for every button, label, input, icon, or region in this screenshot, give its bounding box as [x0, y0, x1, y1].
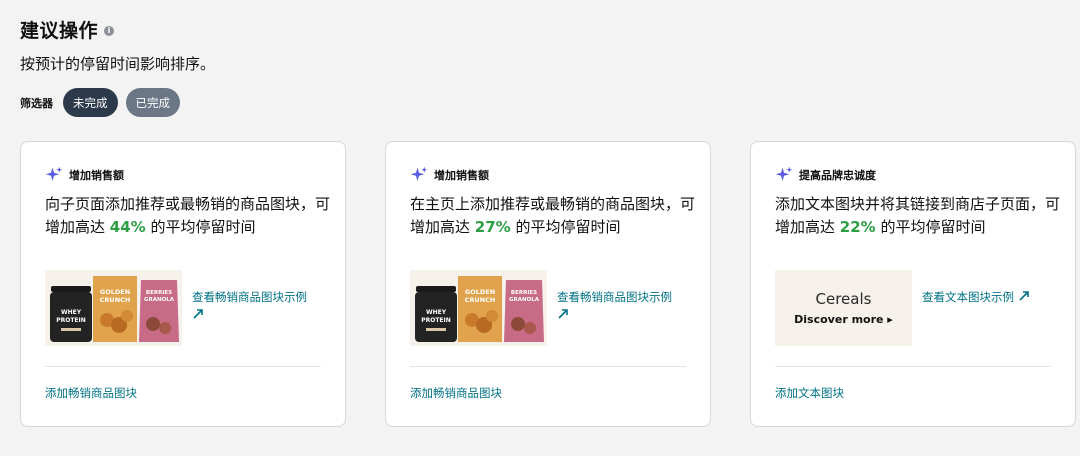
- product-tile-preview: WHEY PROTEIN GOLDEN CRUNCH BERRIES GRANO…: [45, 270, 182, 346]
- add-tile-link[interactable]: 添加文本图块: [775, 385, 844, 401]
- view-example-link[interactable]: 查看畅销商品图块示例: [192, 288, 327, 324]
- sparkle-icon: [410, 166, 428, 181]
- external-link-icon: [193, 309, 203, 319]
- dwell-percent: 27%: [474, 218, 511, 236]
- product-tile-preview: WHEY PROTEIN GOLDEN CRUNCH BERRIES GRANO…: [410, 270, 547, 346]
- divider: [45, 366, 321, 367]
- sparkle-icon: [775, 166, 793, 181]
- crunch-label: CRUNCH: [100, 296, 131, 304]
- filter-bar: 筛选器 未完成 已完成: [20, 88, 215, 117]
- filter-label: 筛选器: [20, 96, 53, 110]
- add-tile-link[interactable]: 添加畅销商品图块: [410, 385, 502, 401]
- whey-label: WHEY: [426, 309, 447, 316]
- page-title: 建议操作: [20, 20, 99, 42]
- crunch-label: CRUNCH: [465, 296, 496, 304]
- product-images: WHEY PROTEIN GOLDEN CRUNCH BERRIES GRANO…: [410, 270, 547, 346]
- external-link-icon: [1019, 291, 1029, 301]
- external-link-icon: [558, 309, 568, 319]
- card-tag-label: 增加销售额: [69, 169, 124, 182]
- card-description: 添加文本图块并将其链接到商店子页面，可增加高达 22% 的平均停留时间: [775, 195, 1061, 236]
- card-tag: 增加销售额: [45, 166, 124, 184]
- dwell-percent: 22%: [839, 218, 876, 236]
- recommendation-card-1: 增加销售额 向子页面添加推荐或最畅销的商品图块，可增加高达 44% 的平均停留时…: [20, 141, 346, 427]
- recommendations-header: 建议操作 i 按预计的停留时间影响排序。 筛选器 未完成 已完成: [20, 16, 215, 117]
- whey-label: WHEY: [61, 309, 82, 316]
- divider: [775, 366, 1051, 367]
- divider: [410, 366, 686, 367]
- granola-label: GRANOLA: [144, 297, 175, 303]
- protein-label: PROTEIN: [56, 317, 86, 324]
- recommendation-card-3: 提高品牌忠诚度 添加文本图块并将其链接到商店子页面，可增加高达 22% 的平均停…: [750, 141, 1076, 427]
- recommendation-card-2: 增加销售额 在主页上添加推荐或最畅销的商品图块，可增加高达 27% 的平均停留时…: [385, 141, 711, 427]
- text-tile-title: Cereals: [815, 290, 872, 308]
- golden-label: GOLDEN: [100, 288, 130, 296]
- view-example-link[interactable]: 查看文本图块示例: [922, 288, 1057, 306]
- golden-label: GOLDEN: [465, 288, 495, 296]
- card-tag: 提高品牌忠诚度: [775, 166, 876, 184]
- card-tag-label: 增加销售额: [434, 169, 489, 182]
- sparkle-icon: [45, 166, 63, 181]
- berries-label: BERRIES: [146, 290, 172, 296]
- add-tile-link[interactable]: 添加畅销商品图块: [45, 385, 137, 401]
- info-icon[interactable]: i: [104, 25, 115, 36]
- text-tile-cta: Discover more ▸: [794, 313, 893, 326]
- card-description: 向子页面添加推荐或最畅销的商品图块，可增加高达 44% 的平均停留时间: [45, 195, 331, 236]
- filter-completed-button[interactable]: 已完成: [125, 88, 180, 117]
- dwell-percent: 44%: [109, 218, 146, 236]
- page-subtitle: 按预计的停留时间影响排序。: [20, 55, 216, 73]
- granola-label: GRANOLA: [509, 297, 540, 303]
- berries-label: BERRIES: [511, 290, 537, 296]
- text-tile-preview: Cereals Discover more ▸: [775, 270, 912, 346]
- card-tag-label: 提高品牌忠诚度: [799, 169, 876, 182]
- filter-incomplete-button[interactable]: 未完成: [63, 88, 118, 117]
- product-images: WHEY PROTEIN GOLDEN CRUNCH BERRIES GRANO…: [45, 270, 182, 346]
- view-example-link[interactable]: 查看畅销商品图块示例: [557, 288, 692, 324]
- protein-label: PROTEIN: [421, 317, 451, 324]
- card-description: 在主页上添加推荐或最畅销的商品图块，可增加高达 27% 的平均停留时间: [410, 195, 696, 236]
- card-tag: 增加销售额: [410, 166, 489, 184]
